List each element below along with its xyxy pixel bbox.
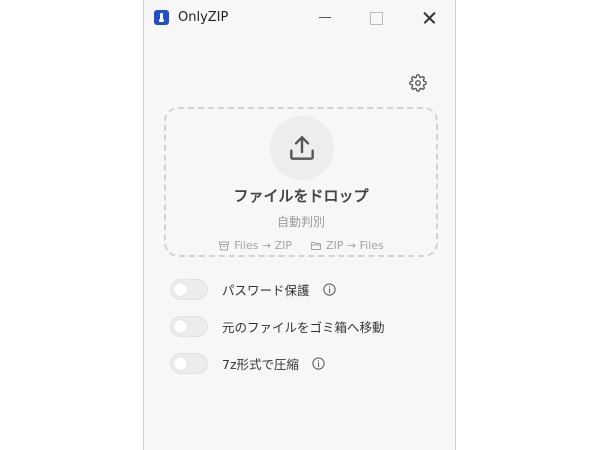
maximize-button[interactable] (356, 0, 396, 36)
app-logo-icon (154, 10, 169, 25)
settings-button[interactable] (409, 74, 427, 92)
gear-icon (409, 74, 427, 92)
password-label: パスワード保護 (222, 282, 310, 298)
hint-extract-label: ZIP → Files (326, 239, 384, 252)
move-to-trash-toggle[interactable] (170, 315, 208, 337)
hint-extract: ZIP → Files (310, 239, 384, 252)
folder-icon (311, 241, 321, 250)
archive-icon (219, 241, 230, 250)
7z-format-toggle[interactable] (170, 352, 208, 374)
7z-format-label: 7z形式で圧縮 (222, 356, 300, 372)
window-title: OnlyZIP (178, 10, 229, 25)
drop-subtitle: 自動判別 (276, 215, 325, 229)
info-icon[interactable] (322, 282, 337, 297)
app-window: OnlyZIP ファイルをドロップ 自動判別 Files → ZIP ZIP →… (143, 0, 456, 450)
minimize-button[interactable] (304, 0, 344, 36)
upload-button[interactable] (270, 116, 334, 180)
hint-compress: Files → ZIP (218, 239, 292, 252)
option-7z-format: 7z形式で圧縮 (170, 351, 326, 375)
drop-title: ファイルをドロップ (233, 187, 369, 205)
file-drop-zone[interactable]: ファイルをドロップ 自動判別 Files → ZIP ZIP → Files (164, 107, 438, 257)
option-move-to-trash: 元のファイルをゴミ箱へ移動 (170, 314, 385, 338)
close-button[interactable] (410, 0, 450, 36)
mode-hints: Files → ZIP ZIP → Files (166, 239, 436, 252)
hint-compress-label: Files → ZIP (234, 239, 292, 252)
title-bar[interactable]: OnlyZIP (144, 0, 455, 36)
info-icon[interactable] (311, 356, 326, 371)
password-toggle[interactable] (170, 278, 208, 300)
option-password: パスワード保護 (170, 277, 337, 301)
upload-icon (290, 136, 314, 160)
move-to-trash-label: 元のファイルをゴミ箱へ移動 (222, 319, 385, 335)
